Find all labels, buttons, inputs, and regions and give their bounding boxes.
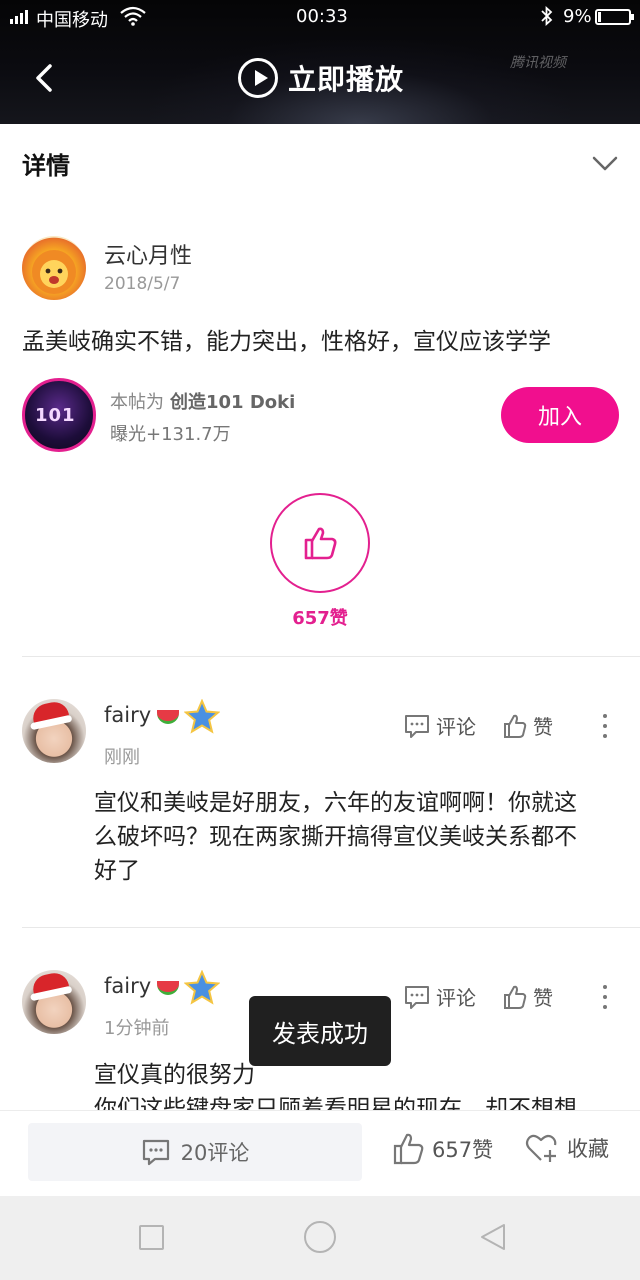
status-bar: 中国移动 00:33 9% [0,0,640,34]
heart-plus-icon [525,1134,557,1162]
thumbs-up-icon [393,1133,424,1165]
star-badge-icon [184,970,220,1005]
comment-icon [142,1139,169,1166]
comment-body: 宣仪和美岐是好朋友，六年的友谊啊啊！你就这 么破坏吗？现在两家撕开搞得宣仪美岐关… [94,786,624,888]
bluetooth-icon [541,6,553,26]
comment-author[interactable]: fairy [104,974,180,998]
thumbs-up-icon [304,527,337,560]
exposure-count: 曝光+131.7万 [110,424,231,445]
comment-like-button[interactable]: 赞 [503,982,553,1011]
wifi-icon [120,6,146,26]
comment-reply-button[interactable]: 评论 [404,711,476,740]
battery-level [598,12,601,22]
detail-title: 详情 [22,152,70,180]
comment-author[interactable]: fairy [104,703,180,727]
group-prefix: 本帖为 [110,392,164,413]
system-back-button[interactable] [478,1222,508,1252]
comment-like-label: 赞 [533,715,553,739]
join-button[interactable]: 加入 [501,387,619,443]
post-author-avatar[interactable] [22,236,86,300]
favorite-button[interactable]: 收藏 [525,1132,609,1164]
play-now-button[interactable]: 立即播放 [238,58,404,98]
group-info[interactable]: 本帖为 创造101 Doki [110,388,295,414]
video-watermark: 腾讯视频 [510,55,566,71]
comment-author-name: fairy [104,703,152,727]
clock: 00:33 [296,6,348,27]
bottom-like-count: 657赞 [432,1138,494,1162]
post-author-name[interactable]: 云心月性 [104,238,192,270]
group-avatar-text: 101 [35,405,76,426]
santa-hat [30,699,70,725]
post-date: 2018/5/7 [104,274,181,294]
toast-message: 发表成功 [249,996,391,1066]
comment-time: 1分钟前 [104,1018,170,1039]
battery-icon [595,9,634,25]
comment-text-line: 宣仪和美岐是好朋友，六年的友谊啊啊！你就这 [94,790,577,816]
group-avatar[interactable]: 101 [22,378,96,452]
comment-icon [405,985,429,1009]
comment-reply-label: 评论 [436,986,476,1010]
bottom-like-button[interactable]: 657赞 [392,1132,493,1166]
comment-icon [405,714,429,738]
group-name: 创造101 Doki [170,392,296,413]
santa-hat [30,970,70,996]
divider [22,656,640,657]
lion-avatar-icon [32,250,76,294]
comment-avatar[interactable] [22,970,86,1034]
star-badge-icon [184,699,220,734]
home-button[interactable] [304,1221,336,1253]
signal-strength-icon [10,8,28,24]
post-like-button[interactable] [270,493,370,593]
comment-time: 刚刚 [104,747,140,768]
more-options-icon[interactable] [599,714,611,738]
thumbs-up-icon [504,985,527,1009]
comment-count-label: 20评论 [180,1141,250,1165]
comment-reply-button[interactable]: 评论 [404,982,476,1011]
watermelon-icon [157,710,180,724]
play-circle-icon [238,58,278,98]
battery-percent: 9% [563,6,592,27]
comment-text-line: 好了 [94,858,140,884]
divider [22,927,640,928]
comment-avatar[interactable] [22,699,86,763]
comment-input-button[interactable]: 20评论 [28,1123,362,1181]
play-now-label: 立即播放 [288,63,405,96]
comment-author-name: fairy [104,974,152,998]
thumbs-up-icon [504,714,527,738]
comment-like-button[interactable]: 赞 [503,711,553,740]
favorite-label: 收藏 [567,1137,609,1161]
chevron-down-icon[interactable] [592,150,618,176]
comment-reply-label: 评论 [436,715,476,739]
more-options-icon[interactable] [599,985,611,1009]
comment-like-label: 赞 [533,986,553,1010]
post-like-count: 657赞 [292,608,348,629]
comment-text-line: 么破坏吗？现在两家撕开搞得宣仪美岐关系都不 [94,824,577,850]
back-arrow-icon[interactable] [26,58,66,98]
carrier-name: 中国移动 [36,10,108,31]
post-body: 孟美岐确实不错，能力突出，性格好，宣仪应该学学 [22,329,551,355]
app-root: 中国移动 00:33 9% 立即播放 腾讯视频 详情 云心月性 2018/5/7… [0,0,640,1280]
recent-apps-button[interactable] [139,1225,164,1250]
watermelon-icon [157,981,180,995]
